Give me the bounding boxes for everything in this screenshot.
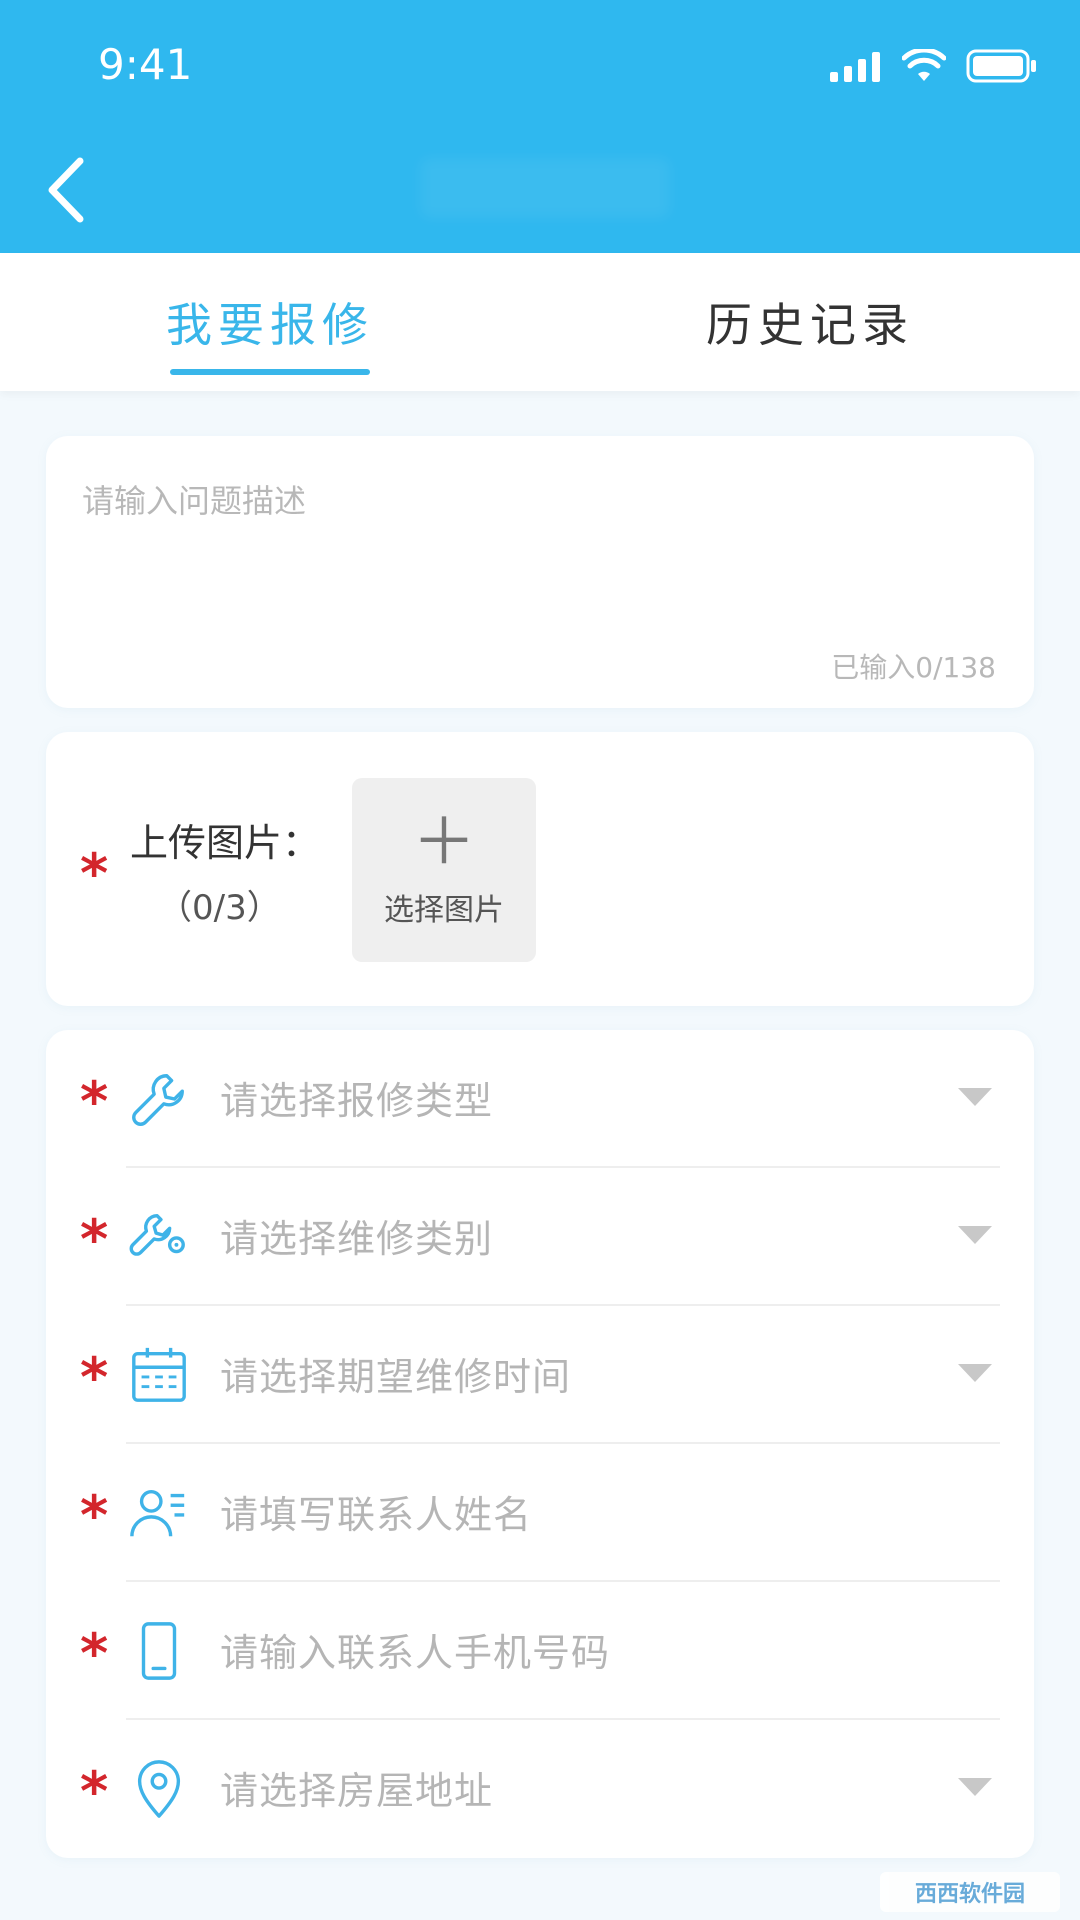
required-marker: *: [80, 1622, 109, 1685]
repair-type-select[interactable]: * 请选择报修类型: [46, 1030, 1034, 1168]
tab-history[interactable]: 历史记录: [540, 253, 1080, 391]
upload-card: * 上传图片： （0/3） ＋ 选择图片: [46, 732, 1034, 1006]
tab-bar: 我要报修 历史记录: [0, 253, 1080, 391]
wrench-icon: [132, 1074, 184, 1126]
select-image-label: 选择图片: [384, 893, 504, 928]
description-textarea[interactable]: 请输入问题描述 已输入0/138: [46, 436, 1034, 708]
required-marker: *: [80, 1760, 109, 1823]
tab-label: 历史记录: [706, 298, 914, 352]
upload-label: 上传图片：: [130, 821, 321, 865]
repair-category-select[interactable]: * 请选择维修类别: [46, 1168, 1034, 1306]
required-marker: *: [80, 1346, 109, 1409]
chevron-left-icon: [48, 157, 84, 223]
status-icons: [830, 48, 1038, 84]
required-marker: *: [80, 1070, 109, 1133]
house-address-select[interactable]: * 请选择房屋地址: [46, 1720, 1034, 1858]
character-count: 已输入0/138: [831, 651, 996, 684]
repair-type-placeholder: 请选择报修类型: [220, 1079, 494, 1123]
contact-person-icon: [130, 1489, 185, 1537]
contact-phone-input[interactable]: * 请输入联系人手机号码: [46, 1582, 1034, 1720]
calendar-icon: [132, 1347, 186, 1402]
status-time: 9:41: [98, 40, 193, 89]
contact-name-input[interactable]: * 请填写联系人姓名: [46, 1444, 1034, 1582]
description-placeholder: 请输入问题描述: [82, 482, 307, 520]
battery-icon: [966, 49, 1036, 83]
page-title: [420, 158, 670, 218]
chevron-down-icon: [958, 1778, 992, 1796]
contact-phone-placeholder: 请输入联系人手机号码: [220, 1631, 611, 1675]
watermark-logo: 西西软件园: [880, 1872, 1060, 1912]
required-marker: *: [80, 1208, 109, 1271]
repair-time-select[interactable]: * 请选择期望维修时间: [46, 1306, 1034, 1444]
back-button[interactable]: [36, 150, 96, 230]
tab-repair-request[interactable]: 我要报修: [0, 253, 540, 391]
chevron-down-icon: [958, 1226, 992, 1244]
repair-category-placeholder: 请选择维修类别: [220, 1217, 494, 1261]
upload-count: （0/3）: [158, 888, 281, 928]
app-header: 9:41: [0, 0, 1080, 253]
chevron-down-icon: [958, 1364, 992, 1382]
mobile-phone-icon: [141, 1622, 177, 1680]
tab-label: 我要报修: [166, 298, 374, 352]
select-image-button[interactable]: ＋ 选择图片: [352, 778, 536, 962]
wifi-icon: [902, 49, 946, 81]
required-marker: *: [80, 1484, 109, 1547]
required-marker: *: [80, 842, 109, 905]
plus-icon: ＋: [412, 806, 476, 880]
cellular-signal-icon: [830, 52, 880, 82]
repair-form: * 请选择报修类型 * 请选择维修类别 * 请选择期望维修时间 * 请填写联系人…: [46, 1030, 1034, 1858]
contact-name-placeholder: 请填写联系人姓名: [220, 1493, 533, 1537]
chevron-down-icon: [958, 1088, 992, 1106]
repair-time-placeholder: 请选择期望维修时间: [220, 1355, 572, 1399]
location-pin-icon: [137, 1760, 181, 1818]
house-address-placeholder: 请选择房屋地址: [220, 1769, 494, 1813]
tab-active-indicator: [170, 369, 370, 375]
wrench-gear-icon: [129, 1213, 185, 1256]
